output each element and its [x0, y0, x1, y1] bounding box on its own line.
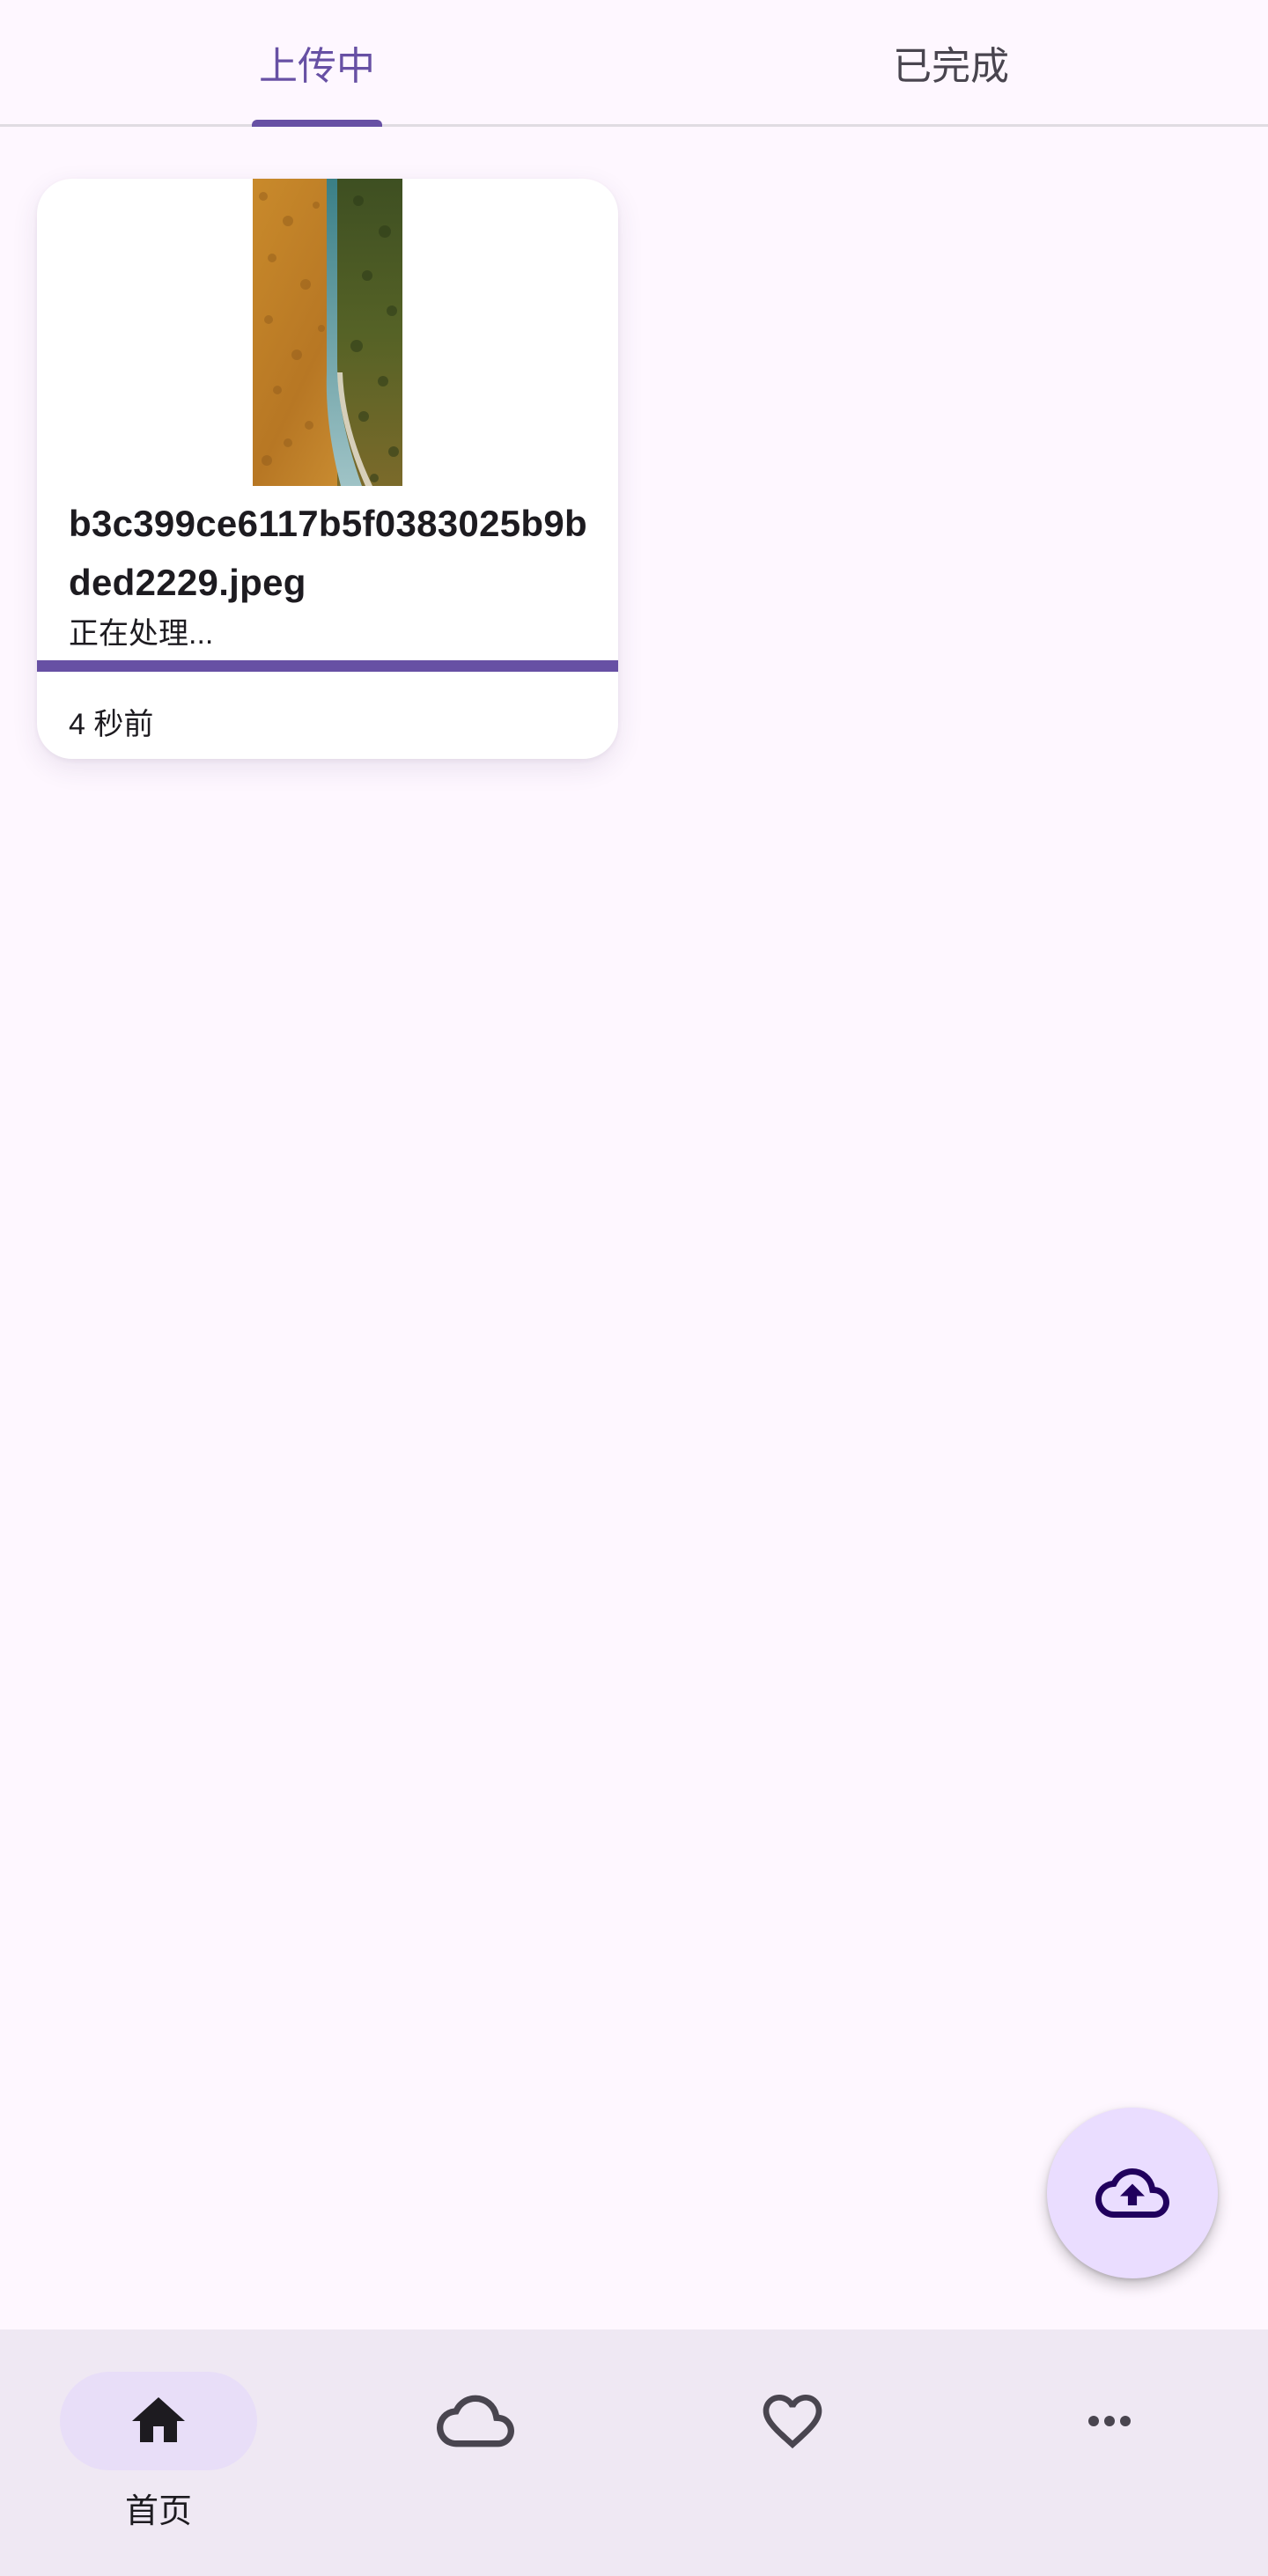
upload-progress-bar: [37, 660, 618, 672]
more-horizontal-icon: [1088, 2416, 1131, 2426]
upload-timestamp: 4 秒前: [69, 708, 154, 741]
tab-uploading-label: 上传中: [259, 45, 375, 88]
nav-item-more[interactable]: [951, 2329, 1268, 2576]
active-tab-indicator: [252, 120, 382, 127]
tab-uploading[interactable]: 上传中: [0, 0, 634, 127]
upload-status: 正在处理...: [69, 617, 214, 651]
cloud-upload-icon: [1095, 2168, 1169, 2218]
tab-completed-label: 已完成: [893, 45, 1009, 88]
bottom-navigation: 首页: [0, 2329, 1268, 2576]
home-icon: [132, 2397, 185, 2442]
upload-fab-button[interactable]: [1047, 2108, 1218, 2278]
upload-card[interactable]: b3c399ce6117b5f0383025b9bded2229.jpeg 正在…: [37, 179, 618, 759]
thumbnail-image: [253, 179, 402, 486]
nav-item-home-label: 首页: [124, 2493, 192, 2530]
nav-item-home[interactable]: 首页: [0, 2329, 317, 2576]
nav-item-favorites[interactable]: [634, 2329, 951, 2576]
cloud-icon: [437, 2395, 514, 2447]
tab-bar: 上传中 已完成: [0, 0, 1268, 127]
heart-icon: [763, 2395, 822, 2449]
tab-completed[interactable]: 已完成: [634, 0, 1268, 127]
nav-item-cloud[interactable]: [317, 2329, 634, 2576]
file-name: b3c399ce6117b5f0383025b9bded2229.jpeg: [69, 503, 587, 603]
upload-progress-fill: [37, 660, 618, 672]
